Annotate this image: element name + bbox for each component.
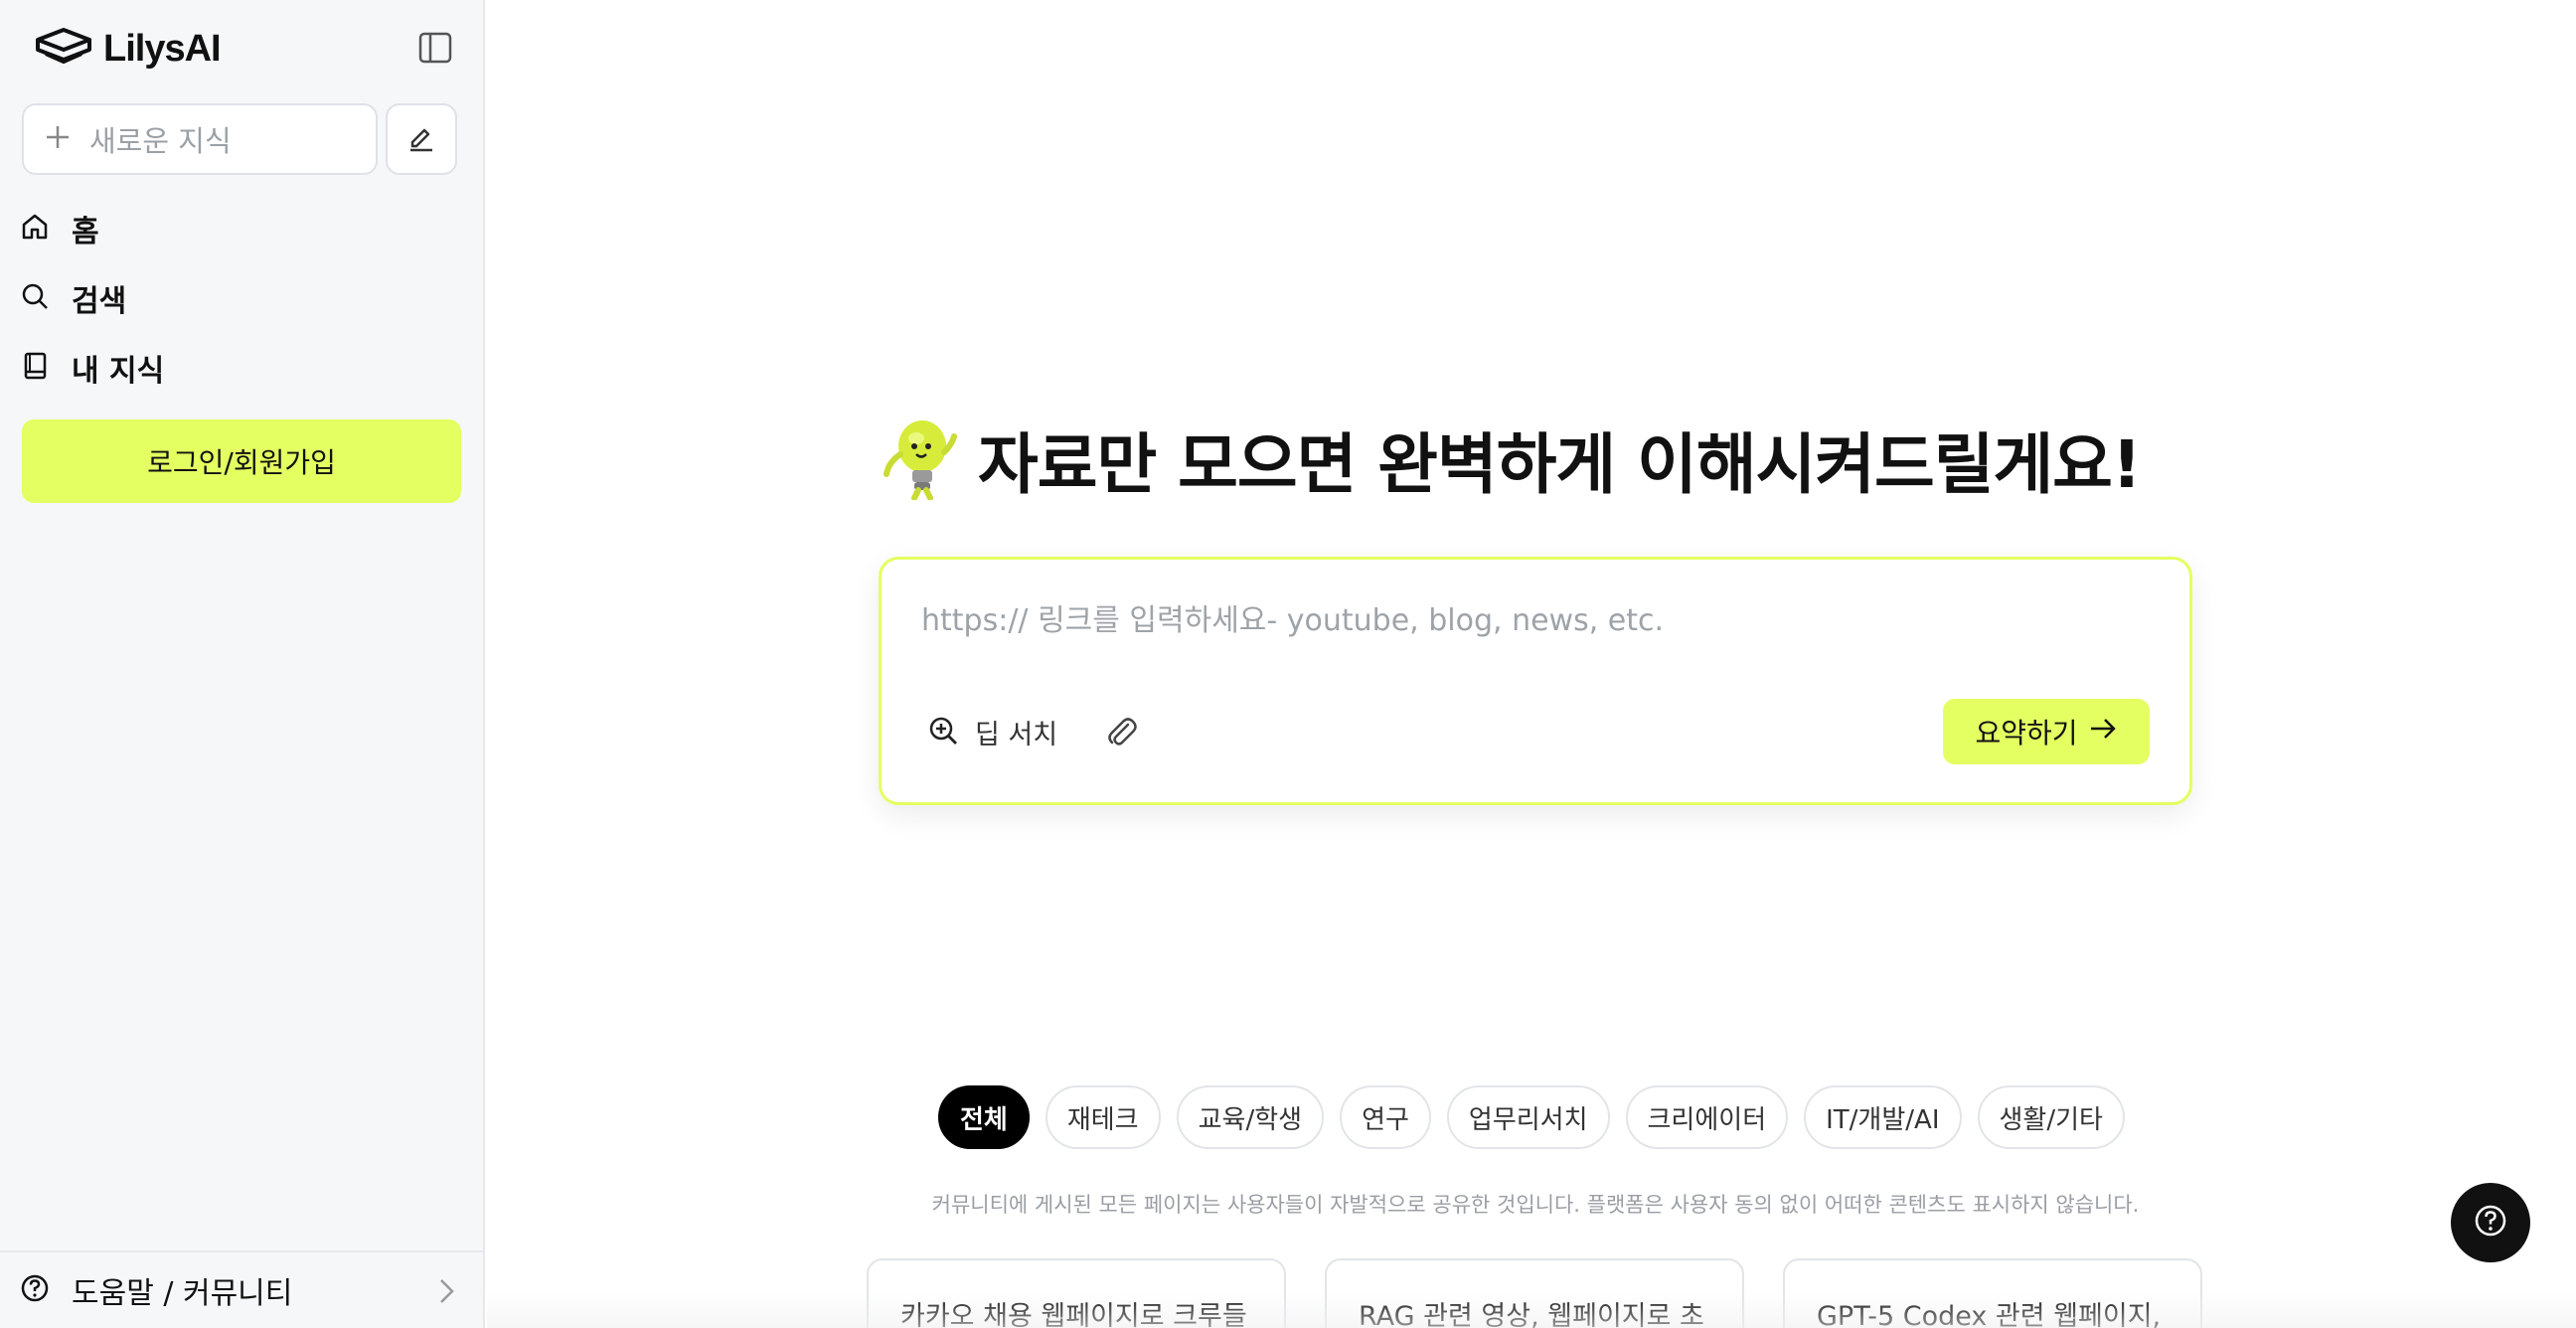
link-input-card: 딥 서치 요약하기 <box>879 557 2192 805</box>
tab-creator[interactable]: 크리에이터 <box>1625 1085 1789 1149</box>
card-title: GPT-5 Codex 관련 웹페이지, <box>1817 1301 2162 1328</box>
help-community-link[interactable]: 도움말 / 커뮤니티 <box>0 1250 485 1328</box>
sidebar-item-my-knowledge[interactable]: 내 지식 <box>20 344 164 392</box>
pencil-icon <box>406 122 436 156</box>
tab-finance[interactable]: 재테크 <box>1045 1085 1161 1149</box>
community-card[interactable]: 카카오 채용 웹페이지로 크루들 <box>867 1258 1286 1328</box>
new-knowledge-label: 새로운 지식 <box>89 124 232 158</box>
tab-work-research[interactable]: 업무리서치 <box>1446 1085 1610 1149</box>
tab-it-dev-ai[interactable]: IT/개발/AI <box>1804 1085 1962 1149</box>
tab-research[interactable]: 연구 <box>1340 1085 1431 1149</box>
sidebar: LilysAI 새로운 지식 홈 검색 내 지식 로그인/회원가입 도움말 / … <box>0 0 485 1328</box>
community-card[interactable]: GPT-5 Codex 관련 웹페이지, <box>1783 1258 2202 1328</box>
login-signup-button[interactable]: 로그인/회원가입 <box>22 419 461 503</box>
tab-all[interactable]: 전체 <box>938 1085 1030 1149</box>
page-title: 자료만 모으면 완벽하게 이해시켜드릴게요! <box>978 426 2142 503</box>
zoom-in-icon <box>927 715 959 750</box>
tab-education[interactable]: 교육/학생 <box>1176 1085 1325 1149</box>
home-icon <box>20 212 50 246</box>
community-card[interactable]: RAG 관련 영상, 웹페이지로 초 <box>1325 1258 1744 1328</box>
logo-text: LilysAI <box>103 27 222 70</box>
card-title: 카카오 채용 웹페이지로 크루들 <box>900 1301 1247 1328</box>
hero-headline: 자료만 모으면 완벽하게 이해시켜드릴게요! <box>879 412 2142 507</box>
help-floating-button[interactable] <box>2451 1183 2530 1262</box>
community-disclaimer: 커뮤니티에 게시된 모든 페이지는 사용자들이 자발적으로 공유한 것입니다. … <box>931 1193 2140 1217</box>
help-community-label: 도움말 / 커뮤니티 <box>72 1276 293 1311</box>
search-icon <box>20 281 50 315</box>
summarize-label: 요약하기 <box>1975 717 2078 749</box>
deep-search-toggle[interactable]: 딥 서치 <box>927 713 1057 751</box>
tab-life-etc[interactable]: 생활/기타 <box>1977 1085 2125 1149</box>
sidebar-item-label: 홈 <box>72 215 99 249</box>
paperclip-icon[interactable] <box>1102 713 1142 752</box>
sidebar-item-search[interactable]: 검색 <box>20 274 126 322</box>
deep-search-label: 딥 서치 <box>975 720 1058 750</box>
logo-icon <box>34 26 93 72</box>
sidebar-item-home[interactable]: 홈 <box>20 205 99 252</box>
question-circle-icon <box>2473 1203 2508 1243</box>
sidebar-item-label: 내 지식 <box>72 354 165 389</box>
url-input[interactable] <box>921 597 2114 643</box>
book-icon <box>20 351 50 385</box>
sidebar-toggle-icon[interactable] <box>417 30 453 66</box>
card-title: RAG 관련 영상, 웹페이지로 초 <box>1359 1301 1704 1328</box>
lightbulb-mascot-icon <box>879 415 958 504</box>
sidebar-item-label: 검색 <box>72 284 127 319</box>
plus-icon <box>44 123 72 155</box>
chevron-right-icon <box>435 1276 457 1310</box>
arrow-right-icon <box>2088 714 2118 750</box>
logo[interactable]: LilysAI <box>34 26 222 72</box>
summarize-button[interactable]: 요약하기 <box>1943 699 2150 764</box>
category-tabs: 전체 재테크 교육/학생 연구 업무리서치 크리에이터 IT/개발/AI 생활/… <box>938 1085 2125 1149</box>
edit-button[interactable] <box>386 103 457 175</box>
new-knowledge-button[interactable]: 새로운 지식 <box>22 103 378 175</box>
question-circle-icon <box>20 1273 50 1307</box>
